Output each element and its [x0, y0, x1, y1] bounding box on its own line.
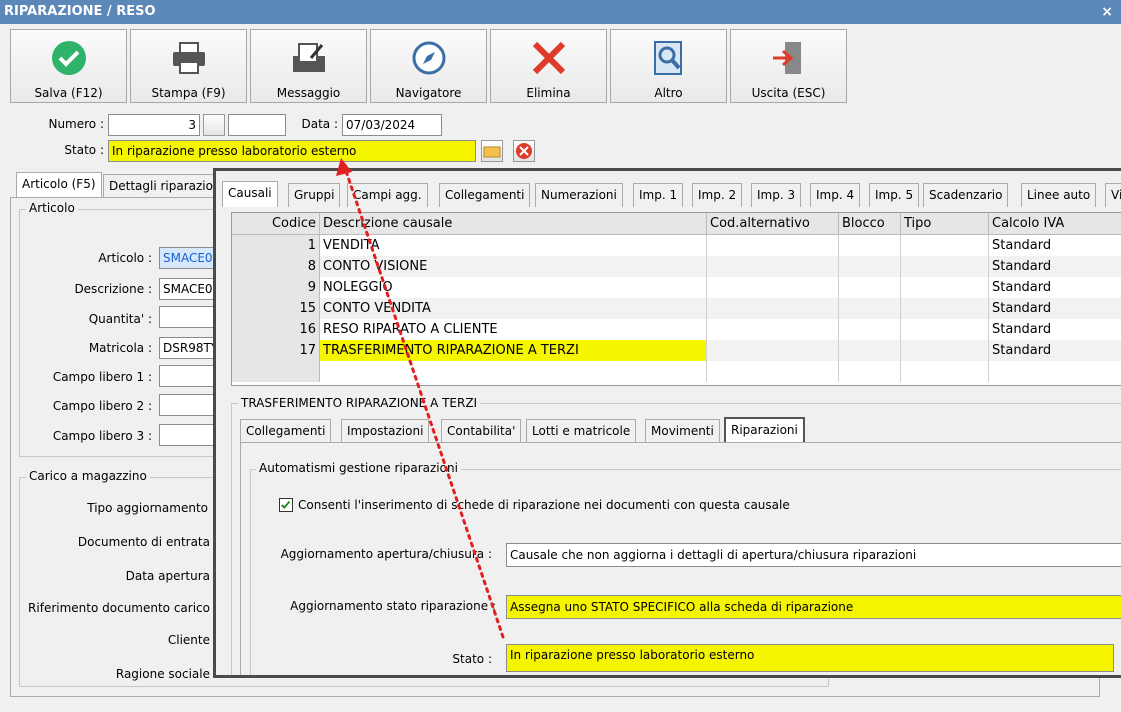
annotation-arrow-head	[336, 158, 352, 176]
annotation-arrow-line	[343, 166, 505, 639]
annotation-arrow	[336, 158, 505, 639]
